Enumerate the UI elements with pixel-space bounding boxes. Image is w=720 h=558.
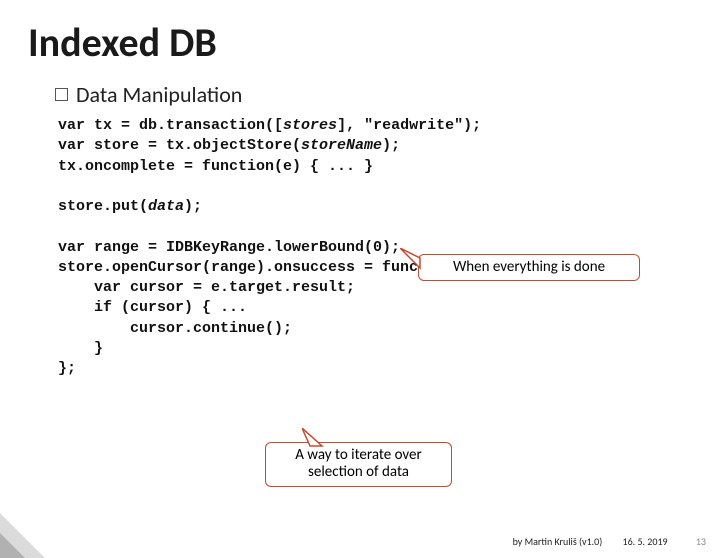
code-l8: if (cursor) { ... — [58, 299, 247, 316]
footer-byline: by Martin Kruliš (v1.0) — [513, 535, 603, 548]
slide-body: Data Manipulation var tx = db.transactio… — [55, 81, 690, 379]
code-l1a: var tx = db.transaction([ — [58, 117, 283, 134]
code-l1b: stores — [283, 117, 337, 134]
footer-page: 13 — [696, 535, 706, 548]
callout-iterate: A way to iterate over selection of data — [265, 442, 452, 487]
callout-done-text: When everything is done — [453, 258, 605, 276]
code-l4c: ); — [184, 198, 202, 215]
code-l10: } — [58, 340, 103, 357]
bullet-text: Data Manipulation — [76, 81, 242, 108]
corner-decoration2-icon — [0, 533, 25, 558]
callout-done-tail-icon — [400, 248, 430, 273]
footer-date: 16. 5. 2019 — [623, 535, 668, 548]
code-l2a: var store = tx.objectStore( — [58, 137, 301, 154]
code-l1c: ], "readwrite"); — [337, 117, 481, 134]
bullet-line: Data Manipulation — [55, 81, 690, 108]
footer: by Martin Kruliš (v1.0) 16. 5. 2019 13 — [513, 535, 706, 548]
code-block: var tx = db.transaction([stores], "readw… — [58, 116, 690, 379]
code-l2c: ); — [382, 137, 400, 154]
code-l3: tx.oncomplete = function(e) { ... } — [58, 158, 373, 175]
callout-iterate-line2: selection of data — [308, 463, 409, 481]
bullet-box-icon — [55, 88, 68, 101]
callout-done: When everything is done — [418, 254, 640, 281]
code-l5: var range = IDBKeyRange.lowerBound(0); — [58, 239, 400, 256]
code-l4a: store.put( — [58, 198, 148, 215]
slide-title: Indexed DB — [28, 18, 720, 67]
code-l4b: data — [148, 198, 184, 215]
code-l7: var cursor = e.target.result; — [58, 279, 355, 296]
callout-iterate-tail-icon — [302, 428, 332, 448]
code-l11: }; — [58, 360, 76, 377]
code-l2b: storeName — [301, 137, 382, 154]
callout-iterate-line1: A way to iterate over — [295, 446, 422, 464]
code-l9: cursor.continue(); — [58, 320, 292, 337]
